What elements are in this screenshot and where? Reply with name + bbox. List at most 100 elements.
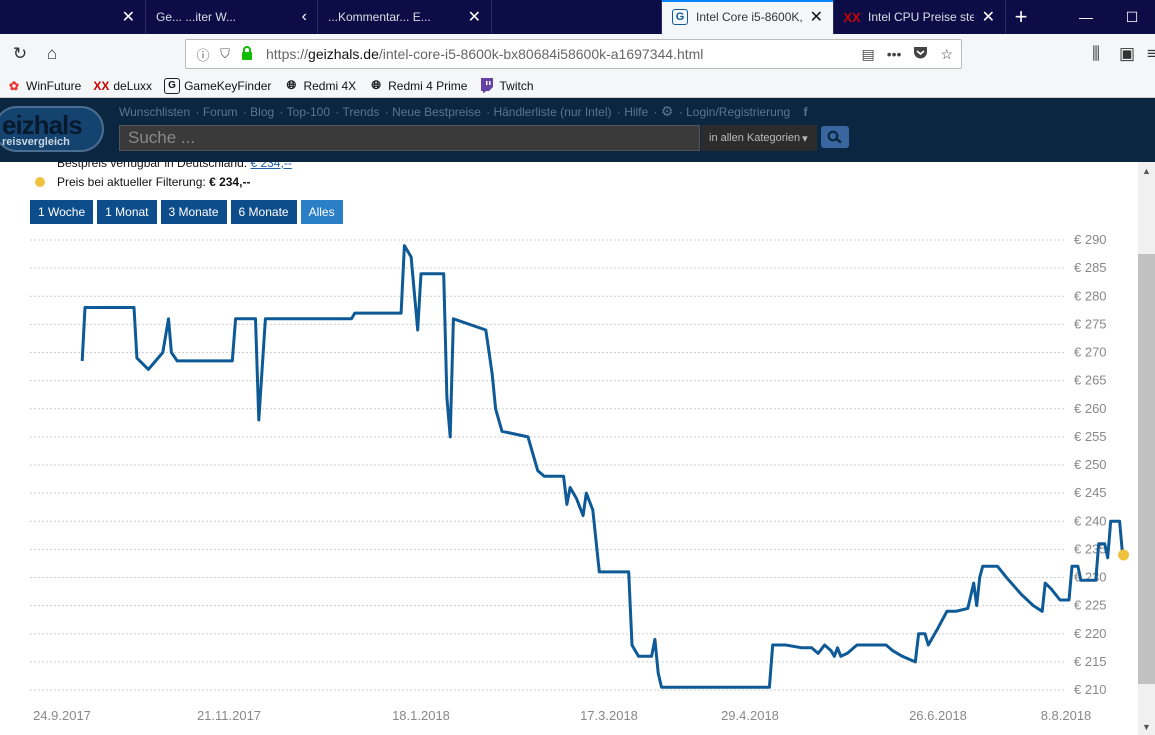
tab-title: ...Kommentar... E...	[328, 10, 431, 24]
facebook-icon[interactable]: f	[804, 105, 808, 119]
tab-title: Intel CPU Preise steig...	[868, 10, 974, 24]
url-path: /intel-core-i5-8600k-bx80684i58600k-a169…	[378, 46, 704, 62]
y-tick-label: € 290	[1074, 232, 1107, 247]
menu-icon[interactable]: ≡	[1136, 38, 1155, 70]
close-tab-icon[interactable]: ✕	[982, 7, 995, 27]
x-tick-label: 17.3.2018	[580, 708, 638, 723]
y-tick-label: € 210	[1074, 682, 1107, 697]
x-tick-label: 8.8.2018	[1041, 708, 1092, 723]
current-price-marker	[1118, 549, 1130, 561]
deluxx-favicon-icon: XX	[843, 9, 861, 25]
y-tick-label: € 245	[1074, 485, 1107, 500]
scroll-up-icon[interactable]: ▲	[1138, 162, 1155, 179]
price-line	[80, 244, 1125, 689]
browser-tab-3[interactable]: ...Kommentar... E... ✕	[318, 0, 492, 34]
reload-icon[interactable]: ↻	[4, 38, 36, 70]
tracking-shield-icon[interactable]: ⛉	[216, 46, 234, 62]
info-icon[interactable]: ⓘ	[194, 45, 212, 64]
y-tick-label: € 220	[1074, 626, 1107, 641]
bookmarks-toolbar: ✿ WinFuture XX deLuxx G GameKeyFinder 🌐︎ Red…	[0, 74, 1155, 98]
bookmark-star-icon[interactable]: ☆	[940, 46, 953, 63]
site-nav: Wunschlisten · Forum · Blog · Top-100 · …	[119, 103, 808, 119]
g-logo-icon: G	[164, 77, 181, 94]
url-bar[interactable]: ⓘ ⛉ https://geizhals.de/intel-core-i5-86…	[185, 39, 962, 69]
active-tab-indicator	[662, 0, 833, 2]
bookmark-winfuture[interactable]: ✿ WinFuture	[6, 78, 81, 94]
close-tab-icon[interactable]: ✕	[468, 7, 481, 27]
y-tick-label: € 215	[1074, 654, 1107, 669]
page-content: Bestpreis verfügbar in Deutschland: € 23…	[0, 162, 1138, 735]
y-tick-label: € 280	[1074, 288, 1107, 303]
nav-login[interactable]: Login/Registrierung	[686, 105, 790, 119]
search-icon	[827, 130, 842, 144]
close-tab-icon[interactable]: ✕	[122, 7, 135, 27]
bookmark-deluxx[interactable]: XX deLuxx	[93, 78, 152, 94]
y-tick-label: € 285	[1074, 260, 1107, 275]
nav-top-100[interactable]: Top-100	[287, 105, 330, 119]
page-actions-icon[interactable]: •••	[887, 46, 902, 62]
category-select-value: in allen Kategorien	[709, 132, 801, 144]
reader-view-icon[interactable]: ▤	[861, 46, 874, 63]
page-scrollbar[interactable]: ▲ ▼	[1138, 162, 1155, 735]
double-x-icon: XX	[93, 78, 110, 93]
geizhals-logo[interactable]: eizhals reisvergleich	[0, 106, 104, 152]
bookmark-twitch[interactable]: Twitch	[479, 78, 534, 94]
nav-wunschlisten[interactable]: Wunschlisten	[119, 105, 190, 119]
nav-forum[interactable]: Forum	[203, 105, 238, 119]
globe-icon: 🌐︎	[286, 78, 297, 92]
scroll-thumb[interactable]	[1138, 254, 1155, 684]
price-history-chart: € 210€ 215€ 220€ 225€ 230€ 235€ 240€ 245…	[30, 232, 1130, 723]
library-icon[interactable]: ⫼	[1080, 38, 1112, 70]
caret-down-icon: ▾	[802, 132, 808, 145]
geizhals-favicon-icon: G	[672, 9, 688, 25]
browser-tab-1[interactable]: ✕	[0, 0, 146, 34]
new-tab-plus-icon[interactable]: +	[1006, 0, 1036, 34]
bookmark-redmi-4x[interactable]: 🌐︎ Redmi 4X	[283, 78, 357, 94]
y-tick-label: € 250	[1074, 457, 1107, 472]
close-tab-icon[interactable]: ✕	[810, 7, 823, 27]
y-tick-label: € 240	[1074, 513, 1107, 528]
browser-tab-4[interactable]	[492, 0, 662, 34]
tab-title: Intel Core i5-8600K, 6...	[696, 10, 802, 24]
browser-tab-2[interactable]: Ge... ...iter W... ‹	[146, 0, 318, 34]
url-host: geizhals.de	[308, 46, 379, 62]
y-tick-label: € 275	[1074, 316, 1107, 331]
browser-tab-strip: ✕ Ge... ...iter W... ‹ ...Kommentar... E...…	[0, 0, 1155, 34]
bookmark-gamekeyfinder[interactable]: G GameKeyFinder	[164, 77, 271, 94]
nav-trends[interactable]: Trends	[342, 105, 379, 119]
tab-title: Ge... ...iter W...	[156, 10, 237, 24]
browser-navbar: ↻ ⌂ ⓘ ⛉ https://geizhals.de/intel-core-i…	[0, 34, 1155, 74]
logo-sub-text: reisvergleich	[2, 136, 70, 148]
pocket-icon[interactable]	[913, 46, 928, 63]
tab-arrow-icon[interactable]: ‹	[302, 8, 307, 26]
nav-blog[interactable]: Blog	[250, 105, 274, 119]
minimize-icon[interactable]: —	[1063, 0, 1109, 34]
nav-hilfe[interactable]: Hilfe	[624, 105, 648, 119]
maximize-icon[interactable]: ☐	[1109, 0, 1155, 34]
x-tick-label: 18.1.2018	[392, 708, 450, 723]
settings-gear-icon[interactable]: ⚙	[661, 103, 674, 119]
nav-haendlerliste[interactable]: Händlerliste (nur Intel)	[493, 105, 611, 119]
category-select[interactable]: in allen Kategorien ▾	[701, 125, 817, 151]
home-icon[interactable]: ⌂	[36, 38, 68, 70]
y-tick-label: € 225	[1074, 598, 1107, 613]
site-header: eizhals reisvergleich Wunschlisten · For…	[0, 98, 1155, 162]
site-search-button[interactable]	[821, 126, 849, 148]
nav-neue-bestpreise[interactable]: Neue Bestpreise	[392, 105, 481, 119]
x-tick-label: 26.6.2018	[909, 708, 967, 723]
site-search-box	[119, 125, 700, 151]
y-tick-label: € 265	[1074, 373, 1107, 388]
browser-tab-5[interactable]: G Intel Core i5-8600K, 6... ✕	[662, 0, 834, 34]
bookmark-redmi-4-prime[interactable]: 🌐︎ Redmi 4 Prime	[368, 78, 467, 94]
flower-icon: ✿	[8, 78, 20, 93]
lock-icon[interactable]	[238, 45, 256, 63]
y-tick-label: € 270	[1074, 345, 1107, 360]
site-search-input[interactable]	[120, 126, 699, 150]
x-tick-label: 24.9.2017	[33, 708, 91, 723]
y-tick-label: € 255	[1074, 429, 1107, 444]
url-text[interactable]: https://geizhals.de/intel-core-i5-8600k-…	[266, 46, 861, 62]
x-tick-label: 21.11.2017	[197, 708, 261, 723]
scroll-down-icon[interactable]: ▼	[1138, 718, 1155, 735]
twitch-icon	[479, 78, 495, 94]
browser-tab-6[interactable]: XX Intel CPU Preise steig... ✕	[834, 0, 1006, 34]
